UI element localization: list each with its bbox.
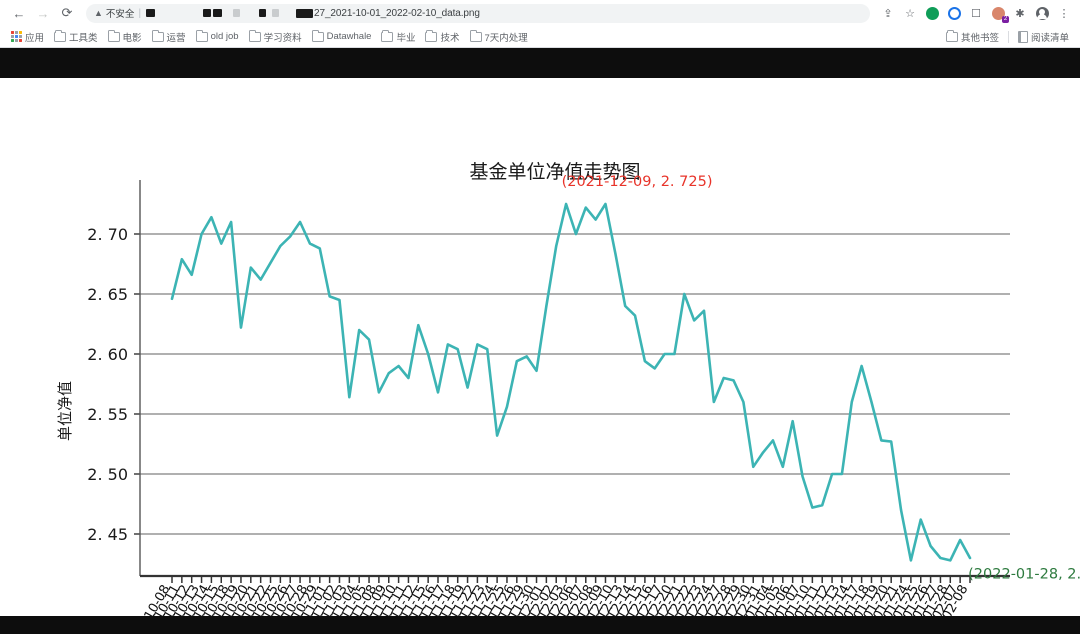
url-text: 27_2021-10-01_2022-02-10_data.png [314, 7, 480, 19]
address-bar[interactable]: ▲ 不安全 | 27_2021-10-01_2022-02-10_data.pn… [86, 3, 870, 23]
redacted-url-gap [157, 9, 201, 17]
folder-icon [195, 29, 208, 42]
viewer-top-letterbox [0, 48, 1080, 78]
redacted-url-block [213, 9, 223, 17]
puzzle-icon[interactable]: ✱ [1012, 5, 1028, 21]
folder-icon [311, 29, 324, 42]
y-tick-label: 2. 55 [87, 405, 128, 424]
browser-toolbar: ← → ⟳ ▲ 不安全 | 27_2021-10-01_2022-02-10_d… [0, 0, 1080, 26]
bookmark-label: 阅读清单 [1030, 32, 1069, 44]
y-tick-label: 2. 70 [87, 225, 128, 244]
folder-icon [151, 29, 164, 42]
bookmarks-bar: 应用 工具类 电影 运营 old job 学习资料 Datawhale 毕业 技… [0, 26, 1080, 48]
folder-icon [381, 29, 394, 42]
circle-icon[interactable] [946, 5, 962, 21]
chat-icon[interactable]: ☐ [968, 5, 984, 21]
shield-check-icon[interactable] [924, 5, 940, 21]
y-axis-title: 单位净值 [56, 381, 74, 441]
bookmark-item-2[interactable]: 运营 [147, 29, 191, 44]
warning-triangle-icon: ▲ [94, 8, 103, 18]
folder-icon [469, 29, 482, 42]
y-tick-label: 2. 60 [87, 345, 128, 364]
bookmark-label: 电影 [122, 32, 142, 44]
folder-icon [945, 29, 958, 42]
security-status-label: 不安全 [105, 9, 135, 20]
bookmark-label: 应用 [25, 32, 45, 44]
redacted-url-block [272, 9, 280, 17]
reading-list-button[interactable]: 阅读清单 [1013, 30, 1074, 44]
star-icon[interactable]: ☆ [902, 5, 918, 21]
bookmark-item-5[interactable]: Datawhale [307, 29, 377, 42]
reload-icon[interactable]: ⟳ [56, 2, 78, 24]
folder-icon [248, 29, 261, 42]
reading-list-icon [1017, 30, 1028, 43]
bookmark-label: 其他书签 [960, 32, 999, 44]
bookmark-item-3[interactable]: old job [191, 29, 244, 42]
toolbar-right-actions: ⇪ ☆ ☐ 2 ✱ ⋮ [880, 5, 1072, 23]
bookmark-label: Datawhale [326, 31, 372, 42]
redacted-url-block [233, 9, 241, 17]
bookmark-label: 7天内处理 [484, 32, 528, 44]
redacted-url-block [203, 9, 212, 17]
paint-icon[interactable]: 2 [990, 5, 1009, 23]
bookmark-item-8[interactable]: 7天内处理 [465, 29, 533, 44]
bookmark-label: 学习资料 [263, 32, 302, 44]
three-dot-menu-icon[interactable]: ⋮ [1056, 5, 1072, 21]
bookmark-item-6[interactable]: 毕业 [376, 29, 420, 44]
forward-arrow-icon[interactable]: → [32, 2, 54, 24]
bookmark-label: old job [210, 31, 239, 42]
folder-icon [425, 29, 438, 42]
bookmark-item-0[interactable]: 工具类 [49, 29, 103, 44]
bookmark-label: 运营 [166, 32, 186, 44]
fund-nav-line-chart: 基金单位净值走势图 单位净值 2. 45 2. 50 2. 55 2. 60 2. 65… [0, 78, 1080, 616]
y-tick-label: 2. 50 [87, 465, 128, 484]
image-viewer-page: 基金单位净值走势图 单位净值 2. 45 2. 50 2. 55 2. 60 2. 65… [0, 48, 1080, 634]
max-annotation-label: (2021-12-09, 2. 725) [562, 174, 713, 190]
folder-icon [54, 29, 67, 42]
x-axis-tick-labels: 2021-10-082021-10-112021-10-122021-10-13… [123, 583, 972, 617]
bookmark-item-4[interactable]: 学习资料 [244, 29, 307, 44]
bookmark-apps[interactable]: 应用 [6, 30, 49, 44]
redacted-url-block [259, 9, 267, 17]
bookmark-label: 毕业 [396, 32, 416, 44]
chart-svg: 基金单位净值走势图 单位净值 2. 452. 502. 552. 602. 65… [0, 78, 1080, 616]
other-bookmarks-button[interactable]: 其他书签 [941, 29, 1004, 44]
y-tick-label: 2. 45 [87, 525, 128, 544]
back-arrow-icon[interactable]: ← [8, 2, 30, 24]
bookmark-item-1[interactable]: 电影 [103, 29, 147, 44]
avatar-icon[interactable] [1034, 5, 1050, 21]
browser-chrome: ← → ⟳ ▲ 不安全 | 27_2021-10-01_2022-02-10_d… [0, 0, 1080, 48]
apps-grid-icon [11, 31, 22, 42]
folder-icon [107, 29, 120, 42]
bookmark-item-7[interactable]: 技术 [420, 29, 464, 44]
min-annotation-label: (2022-01-28, 2. 428) [968, 566, 1080, 582]
bookmark-label: 工具类 [69, 32, 98, 44]
bookmark-label: 技术 [440, 32, 460, 44]
bookmarks-divider [1007, 30, 1009, 43]
viewer-bottom-letterbox [0, 616, 1080, 634]
omnibox-divider: | [138, 7, 142, 19]
y-tick-label: 2. 65 [87, 285, 128, 304]
redacted-url-block [296, 8, 314, 18]
extension-badge: 2 [1002, 16, 1009, 23]
share-icon[interactable]: ⇪ [880, 5, 896, 21]
redacted-url-block [146, 9, 156, 17]
